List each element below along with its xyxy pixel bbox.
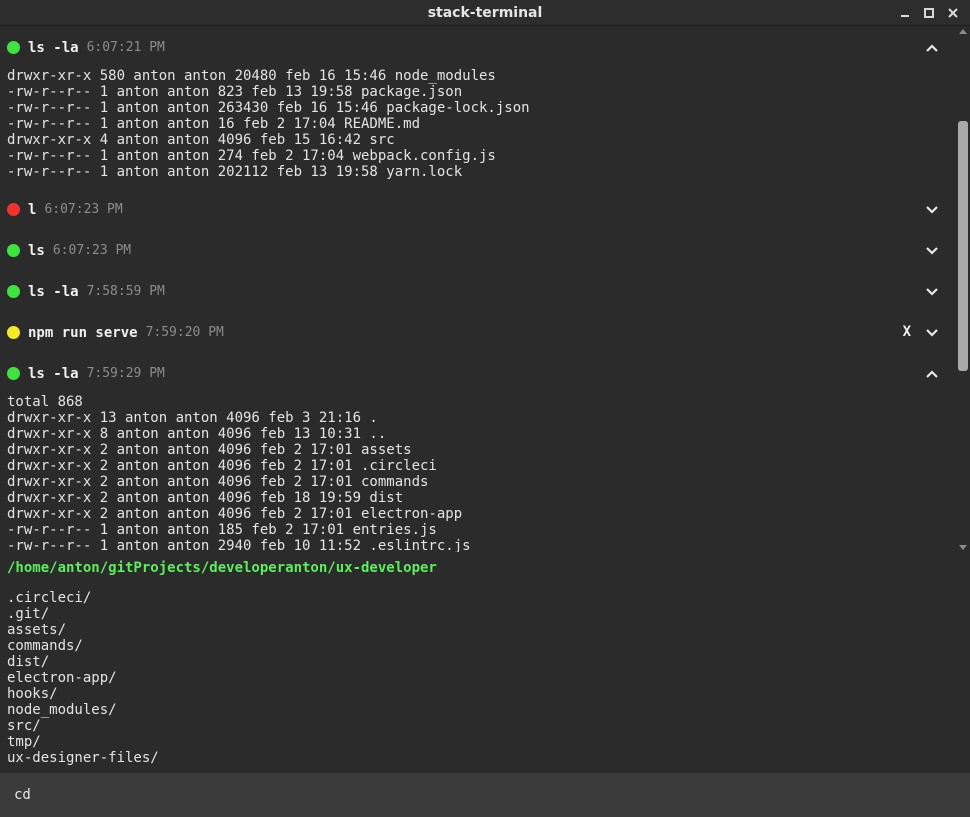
directory-entry: .git/ <box>7 606 50 622</box>
output-line: -rw-r--r-- 1 anton anton 185 feb 2 17:01… <box>7 522 437 538</box>
output-line: -rw-r--r-- 1 anton anton 2940 feb 10 11:… <box>7 538 471 552</box>
scroll-down-arrow-icon[interactable] <box>959 545 967 550</box>
command-input-bar <box>0 773 970 817</box>
history-entry-header[interactable]: ls -la 7:59:29 PM <box>0 353 956 394</box>
history-scrollbar[interactable] <box>956 27 970 552</box>
command-timestamp: 6:07:23 PM <box>44 202 123 217</box>
scroll-up-arrow-icon[interactable] <box>959 29 967 34</box>
status-success-icon <box>7 244 20 257</box>
history-entry: ls 6:07:23 PM <box>0 230 956 271</box>
command-history-list: ls -la 6:07:21 PM drwxr-xr-x 580 anton ant… <box>0 27 970 552</box>
title-bar: stack-terminal <box>0 0 970 26</box>
scroll-thumb[interactable] <box>958 121 968 371</box>
directory-entry: electron-app/ <box>7 670 117 686</box>
history-entry: ls -la 7:59:29 PM total 868 drwxr-xr-x 13 a… <box>0 353 956 552</box>
close-icon <box>948 8 958 18</box>
window-controls <box>896 4 962 22</box>
directory-entry: hooks/ <box>7 686 58 702</box>
output-line: drwxr-xr-x 2 anton anton 4096 feb 18 19:… <box>7 490 404 506</box>
minimize-icon <box>901 15 909 17</box>
command-text: l <box>28 201 37 218</box>
directory-entry: ux-designer-files/ <box>7 750 159 766</box>
kill-process-button[interactable]: X <box>903 324 911 340</box>
status-success-icon <box>7 41 20 54</box>
output-line: drwxr-xr-x 580 anton anton 20480 feb 16 … <box>7 68 496 84</box>
history-entry: ls -la 7:58:59 PM <box>0 271 956 312</box>
maximize-icon <box>924 8 934 18</box>
output-line: -rw-r--r-- 1 anton anton 16 feb 2 17:04 … <box>7 116 421 132</box>
output-line: -rw-r--r-- 1 anton anton 202112 feb 13 1… <box>7 164 463 180</box>
close-button[interactable] <box>944 4 962 22</box>
output-line: -rw-r--r-- 1 anton anton 263430 feb 16 1… <box>7 100 530 116</box>
directory-entry: dist/ <box>7 654 50 670</box>
command-timestamp: 6:07:23 PM <box>52 243 132 258</box>
command-output: total 868 drwxr-xr-x 13 anton anton 4096 … <box>0 394 956 552</box>
command-text: ls -la <box>28 283 79 300</box>
current-working-directory: /home/anton/gitProjects/developeranton/u… <box>7 560 437 576</box>
directory-entry: tmp/ <box>7 734 41 750</box>
history-entry-header[interactable]: l 6:07:23 PM <box>0 189 956 230</box>
minimize-button[interactable] <box>896 4 914 22</box>
maximize-button[interactable] <box>920 4 938 22</box>
output-line: drwxr-xr-x 2 anton anton 4096 feb 2 17:0… <box>7 474 429 490</box>
command-timestamp: 7:59:29 PM <box>86 366 165 381</box>
output-line: drwxr-xr-x 8 anton anton 4096 feb 13 10:… <box>7 426 387 442</box>
chevron-down-icon[interactable] <box>924 284 940 298</box>
chevron-up-icon[interactable] <box>924 40 940 54</box>
command-input[interactable] <box>14 785 914 805</box>
history-entry-header[interactable]: ls -la 6:07:21 PM <box>0 27 956 68</box>
chevron-down-icon[interactable] <box>924 202 940 216</box>
history-entry-header[interactable]: ls -la 7:58:59 PM <box>0 271 956 312</box>
directory-entry: assets/ <box>7 622 67 638</box>
command-timestamp: 6:07:21 PM <box>86 40 165 55</box>
output-line: drwxr-xr-x 2 anton anton 4096 feb 2 17:0… <box>7 458 437 474</box>
status-error-icon <box>7 203 20 216</box>
history-entry-header[interactable]: npm run serve 7:59:20 PM X <box>0 312 956 353</box>
history-entry-header[interactable]: ls 6:07:23 PM <box>0 230 956 271</box>
directory-entry: .circleci/ <box>7 590 92 606</box>
command-text: ls <box>28 242 45 259</box>
command-timestamp: 7:58:59 PM <box>86 284 165 299</box>
history-entry: npm run serve 7:59:20 PM X <box>0 312 956 353</box>
chevron-down-icon[interactable] <box>924 243 940 257</box>
output-line: drwxr-xr-x 2 anton anton 4096 feb 2 17:0… <box>7 506 463 522</box>
command-timestamp: 7:59:20 PM <box>145 325 224 340</box>
window-title: stack-terminal <box>427 4 543 21</box>
directory-entry: commands/ <box>7 638 83 654</box>
output-line: -rw-r--r-- 1 anton anton 274 feb 2 17:04… <box>7 148 496 164</box>
output-line: drwxr-xr-x 13 anton anton 4096 feb 3 21:… <box>7 410 378 426</box>
history-entry: ls -la 6:07:21 PM drwxr-xr-x 580 anton ant… <box>0 27 956 189</box>
command-output: drwxr-xr-x 580 anton anton 20480 feb 16 … <box>0 68 956 189</box>
status-success-icon <box>7 285 20 298</box>
command-text: npm run serve <box>28 324 138 341</box>
chevron-down-icon[interactable] <box>924 325 940 339</box>
command-text: ls -la <box>28 39 79 56</box>
status-running-icon <box>7 326 20 339</box>
chevron-up-icon[interactable] <box>924 366 940 380</box>
directory-listing: .circleci/.git/assets/commands/dist/elec… <box>7 590 159 766</box>
history-entry: l 6:07:23 PM <box>0 189 956 230</box>
output-line: drwxr-xr-x 2 anton anton 4096 feb 2 17:0… <box>7 442 412 458</box>
status-success-icon <box>7 367 20 380</box>
command-text: ls -la <box>28 365 79 382</box>
directory-entry: src/ <box>7 718 41 734</box>
current-directory-panel: /home/anton/gitProjects/developeranton/u… <box>0 552 970 772</box>
output-line: -rw-r--r-- 1 anton anton 823 feb 13 19:5… <box>7 84 463 100</box>
output-line: total 868 <box>7 394 83 410</box>
directory-entry: node_modules/ <box>7 702 117 718</box>
output-line: drwxr-xr-x 4 anton anton 4096 feb 15 16:… <box>7 132 395 148</box>
command-history[interactable]: ls -la 6:07:21 PM drwxr-xr-x 580 anton ant… <box>0 27 970 552</box>
